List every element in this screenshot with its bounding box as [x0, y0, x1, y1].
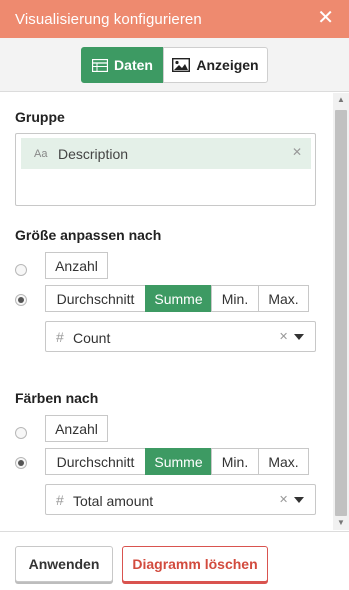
- chevron-down-icon[interactable]: [294, 334, 304, 340]
- vertical-scrollbar[interactable]: ▲ ▼: [333, 93, 349, 530]
- clear-icon[interactable]: ✕: [279, 330, 288, 343]
- size-count-button[interactable]: Anzahl: [45, 252, 108, 279]
- size-agg-average-button[interactable]: Durchschnitt: [45, 285, 146, 312]
- scroll-down-arrow-icon[interactable]: ▼: [333, 516, 349, 530]
- color-agg-max-button[interactable]: Max.: [258, 448, 309, 475]
- color-agg-sum-button[interactable]: Summe: [145, 448, 212, 475]
- color-aggregate-radio[interactable]: [15, 457, 27, 469]
- tab-daten[interactable]: Daten: [81, 47, 164, 83]
- size-agg-min-button[interactable]: Min.: [211, 285, 259, 312]
- close-icon[interactable]: ✕: [317, 7, 334, 29]
- image-icon: [172, 58, 191, 72]
- text-type-icon: Aa: [34, 147, 48, 160]
- size-agg-max-button[interactable]: Max.: [258, 285, 309, 312]
- scrollbar-thumb[interactable]: [335, 110, 347, 516]
- size-field-select[interactable]: # Count ✕: [45, 321, 316, 352]
- color-field-select[interactable]: # Total amount ✕: [45, 484, 316, 515]
- tab-anzeigen[interactable]: Anzeigen: [163, 47, 268, 83]
- color-count-button[interactable]: Anzahl: [45, 415, 108, 442]
- size-count-radio[interactable]: [15, 264, 27, 276]
- group-field-label: Description: [58, 145, 129, 162]
- number-type-icon: #: [56, 492, 64, 508]
- size-field-value: Count: [73, 330, 111, 346]
- number-type-icon: #: [56, 329, 64, 345]
- clear-icon[interactable]: ✕: [279, 493, 288, 506]
- color-section-title: Färben nach: [15, 390, 99, 406]
- size-aggregate-radio[interactable]: [15, 294, 27, 306]
- group-section-title: Gruppe: [15, 109, 65, 125]
- delete-chart-button[interactable]: Diagramm löschen: [122, 546, 268, 582]
- table-icon: [92, 58, 109, 72]
- tab-bar: Daten Anzeigen: [0, 38, 349, 92]
- color-agg-min-button[interactable]: Min.: [211, 448, 259, 475]
- remove-chip-icon[interactable]: ✕: [292, 145, 302, 159]
- tab-daten-label: Daten: [114, 57, 153, 73]
- apply-button[interactable]: Anwenden: [15, 546, 113, 582]
- config-panel: Gruppe Aa Description ✕ Größe anpassen n…: [0, 93, 333, 530]
- dialog-footer: Anwenden Diagramm löschen: [0, 531, 349, 590]
- color-field-value: Total amount: [73, 493, 154, 509]
- chevron-down-icon[interactable]: [294, 497, 304, 503]
- group-dropzone[interactable]: Aa Description ✕: [15, 133, 316, 206]
- size-agg-sum-button[interactable]: Summe: [145, 285, 212, 312]
- scroll-up-arrow-icon[interactable]: ▲: [333, 93, 349, 107]
- group-field-chip[interactable]: Aa Description ✕: [21, 138, 311, 169]
- tab-anzeigen-label: Anzeigen: [196, 57, 259, 73]
- dialog-title: Visualisierung konfigurieren: [15, 11, 202, 28]
- size-section-title: Größe anpassen nach: [15, 227, 162, 243]
- color-count-radio[interactable]: [15, 427, 27, 439]
- color-agg-average-button[interactable]: Durchschnitt: [45, 448, 146, 475]
- dialog-header: Visualisierung konfigurieren ✕: [0, 0, 349, 38]
